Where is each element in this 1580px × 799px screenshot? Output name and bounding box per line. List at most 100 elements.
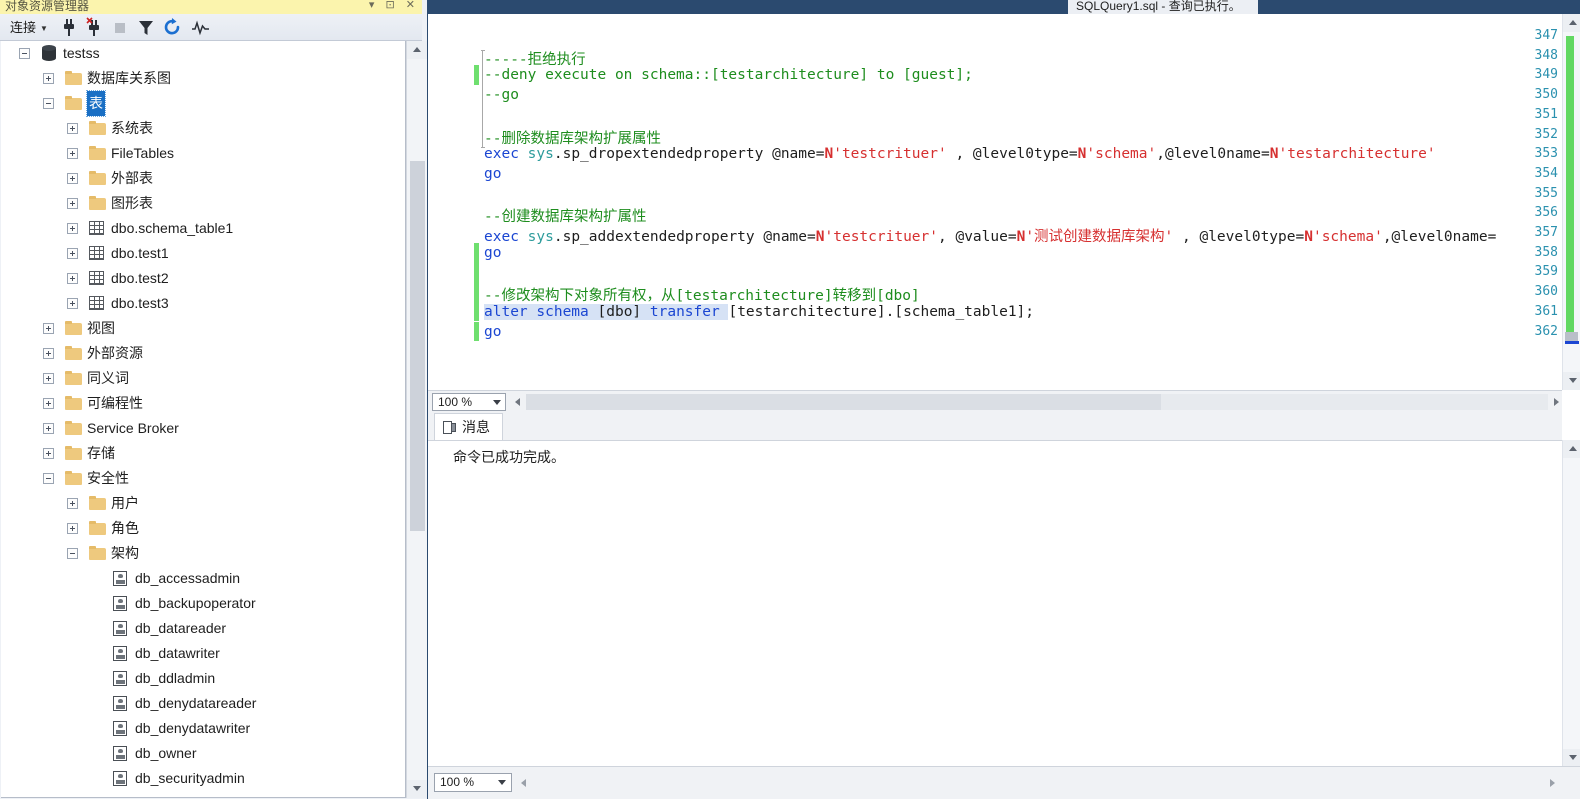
tree-node[interactable]: FileTables [1,141,405,166]
collapse-icon[interactable] [43,98,54,109]
disconnect-plug-icon[interactable] [85,17,107,38]
expand-icon[interactable] [67,123,78,134]
editor-scrollbar-thumb[interactable] [1565,332,1578,341]
tree-node[interactable]: 安全性 [1,466,405,491]
hscroll-left-icon[interactable] [512,395,524,409]
tree-node[interactable]: 表 [1,90,405,117]
query-editor-area: SQLQuery1.sql - 查询已执行。 347 348 -----拒绝执行 34… [428,0,1580,799]
object-explorer-tree[interactable]: testss 数据库关系图表系统表 FileTables 外部表 图形表 dbo.sche… [1,41,406,798]
hscrollbar-thumb[interactable] [526,394,1161,410]
tree-node[interactable]: 外部资源 [1,341,405,366]
tree-node[interactable]: 外部表 [1,166,405,191]
tree-node[interactable]: 可编程性 [1,391,405,416]
tree-node[interactable]: 角色 [1,516,405,541]
tree-node[interactable]: 数据库关系图 [1,66,405,91]
expand-icon[interactable] [43,348,54,359]
table-icon [89,296,104,310]
results-vertical-scrollbar[interactable] [1562,440,1580,767]
code-line[interactable]: --创建数据库架构扩属性 [484,205,646,226]
refresh-icon[interactable] [162,17,184,38]
code-line[interactable]: alter schema [dbo] transfer [testarchite… [484,303,1034,320]
code-line[interactable]: go [484,245,501,261]
expand-icon[interactable] [43,323,54,334]
tab-messages[interactable]: 消息 [434,413,503,440]
code-line[interactable]: --go [484,87,519,103]
schema-icon [113,646,127,661]
results-hscroll-left-icon[interactable] [518,776,530,790]
tree-node[interactable]: 系统表 [1,116,405,141]
expand-icon[interactable] [67,248,78,259]
expand-icon[interactable] [43,398,54,409]
expand-icon[interactable] [67,498,78,509]
code-line[interactable]: --deny execute on schema::[testarchitect… [484,67,973,83]
expand-icon[interactable] [43,73,54,84]
tree-node[interactable]: db_ddladmin [1,666,405,691]
collapse-icon[interactable] [43,473,54,484]
tree-node[interactable]: 架构 [1,541,405,566]
code-token: --deny execute on schema::[testarchitect… [484,67,973,84]
collapse-icon[interactable] [19,48,30,59]
code-line[interactable]: exec sys.sp_addextendedproperty @name=N'… [484,225,1496,246]
tree-node[interactable]: 同义词 [1,366,405,391]
results-zoom-select[interactable]: 100 % [434,773,512,792]
scrollbar-thumb[interactable] [410,161,425,531]
scroll-down-icon[interactable] [407,780,427,798]
results-hscroll-right-icon[interactable] [1546,776,1558,790]
connect-plug-icon[interactable] [60,17,82,38]
tree-node[interactable]: dbo.schema_table1 [1,216,405,241]
editor-scroll-down-icon[interactable] [1563,372,1580,390]
editor-scroll-up-icon[interactable] [1563,14,1580,32]
hscroll-right-icon[interactable] [1550,395,1562,409]
tree-node[interactable]: db_datawriter [1,641,405,666]
tree-node[interactable]: db_backupoperator [1,591,405,616]
tree-node[interactable]: db_accessadmin [1,566,405,591]
code-line[interactable]: go [484,166,501,182]
tree-node[interactable]: dbo.test2 [1,266,405,291]
sql-code-editor[interactable]: 347 348 -----拒绝执行 349 --deny execute on sche… [428,14,1562,391]
expand-icon[interactable] [67,173,78,184]
tree-node[interactable]: testss [1,41,405,66]
tree-node[interactable]: db_datareader [1,616,405,641]
tree-node[interactable]: db_securityadmin [1,766,405,791]
editor-horizontal-scrollbar[interactable] [526,394,1548,410]
tab-sqlquery[interactable]: SQLQuery1.sql - 查询已执行。 [1068,0,1258,14]
code-line[interactable]: exec sys.sp_dropextendedproperty @name=N… [484,146,1436,162]
code-line[interactable]: --删除数据库架构扩展属性 [484,127,661,148]
results-scroll-up-icon[interactable] [1563,440,1580,458]
tree-node[interactable]: db_denydatawriter [1,716,405,741]
expand-icon[interactable] [67,298,78,309]
expand-icon[interactable] [43,448,54,459]
expand-icon[interactable] [67,198,78,209]
scroll-up-icon[interactable] [407,41,427,59]
results-scroll-down-icon[interactable] [1563,749,1580,767]
connect-button[interactable]: 连接 ▼ [7,18,51,37]
expand-icon[interactable] [43,423,54,434]
tree-node[interactable]: 视图 [1,316,405,341]
tree-node[interactable]: 存储 [1,441,405,466]
expand-icon[interactable] [67,148,78,159]
folder-icon [65,421,82,435]
panel-window-buttons[interactable]: ▾ ⊡ ✕ [369,0,419,11]
tree-node[interactable]: 图形表 [1,191,405,216]
code-line[interactable]: --修改架构下对象所有权，从[testarchitecture]转移到[dbo] [484,284,920,305]
messages-pane[interactable]: 命令已成功完成。 [428,440,1562,767]
tree-node[interactable]: db_denydatareader [1,691,405,716]
tree-node[interactable]: 用户 [1,491,405,516]
filter-icon[interactable] [136,17,158,38]
editor-vertical-scrollbar[interactable] [1562,14,1580,390]
document-tabstrip: SQLQuery1.sql - 查询已执行。 [428,0,1580,14]
expand-icon[interactable] [43,373,54,384]
explorer-scrollbar[interactable] [406,41,427,798]
expand-icon[interactable] [67,273,78,284]
activity-monitor-icon[interactable] [190,17,212,38]
tree-node[interactable]: Service Broker [1,416,405,441]
expand-icon[interactable] [67,523,78,534]
expand-icon[interactable] [67,223,78,234]
tree-node[interactable]: dbo.test3 [1,291,405,316]
editor-zoom-select[interactable]: 100 % [432,393,506,411]
code-line[interactable]: -----拒绝执行 [484,48,586,69]
tree-node[interactable]: dbo.test1 [1,241,405,266]
code-line[interactable]: go [484,324,501,340]
tree-node[interactable]: db_owner [1,741,405,766]
collapse-icon[interactable] [67,548,78,559]
